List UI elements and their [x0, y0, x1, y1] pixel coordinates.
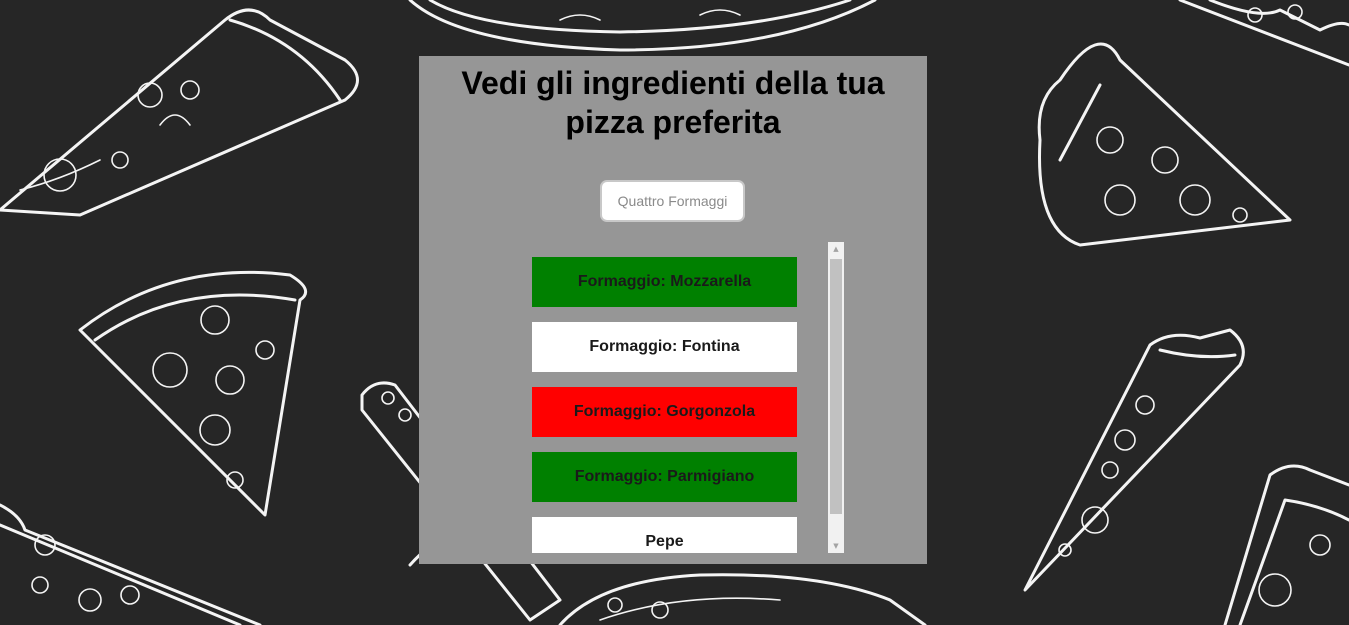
list-item[interactable]: Formaggio: Parmigiano: [532, 452, 797, 502]
pizza-slice-icon: [558, 573, 927, 625]
pizza-slice-icon: [408, 0, 877, 52]
pizza-slice-icon: [1023, 328, 1245, 592]
ingredients-panel: Vedi gli ingredienti della tua pizza pre…: [419, 56, 927, 564]
list-scrollbar[interactable]: ▲ ▼: [828, 242, 844, 553]
ingredients-list[interactable]: Formaggio: Mozzarella Formaggio: Fontina…: [532, 242, 844, 553]
list-item[interactable]: Formaggio: Mozzarella: [532, 257, 797, 307]
list-item[interactable]: Pepe: [532, 517, 797, 553]
down-arrow-icon[interactable]: ▼: [828, 539, 844, 553]
up-arrow-icon[interactable]: ▲: [828, 242, 844, 256]
pizza-slice-icon: [1178, 0, 1349, 67]
pizza-slice-icon: [1223, 464, 1349, 625]
pizza-slice-icon: [0, 8, 359, 217]
list-item[interactable]: Formaggio: Gorgonzola: [532, 387, 797, 437]
pizza-search-input[interactable]: [600, 180, 745, 222]
pizza-slice-icon: [1037, 42, 1292, 247]
pizza-slice-icon: [0, 503, 262, 625]
scrollbar-thumb[interactable]: [830, 259, 842, 514]
list-item[interactable]: Formaggio: Fontina: [532, 322, 797, 372]
page-title: Vedi gli ingredienti della tua pizza pre…: [461, 65, 885, 140]
pizza-slice-icon: [78, 270, 308, 517]
